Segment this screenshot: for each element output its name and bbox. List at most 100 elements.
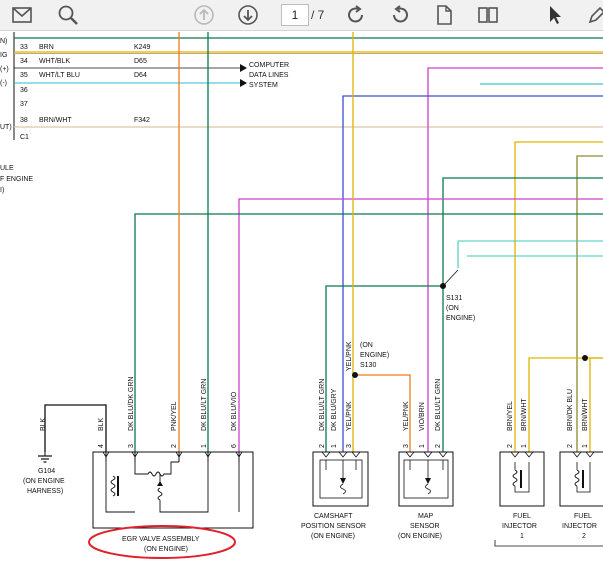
pin-label: UT)	[0, 124, 12, 131]
connector-id: C1	[20, 134, 29, 141]
splice-lead	[442, 269, 459, 287]
wire-label: YEL/PNK	[403, 401, 410, 431]
pin-number: 36	[20, 87, 28, 94]
circuit-id: D64	[134, 72, 147, 79]
splice-label: (ON	[360, 342, 373, 349]
wire-label: DK BLU/LT GRN	[435, 379, 442, 431]
pin-number: 33	[20, 44, 28, 51]
wire-label: PNK/YEL	[171, 401, 178, 431]
circuit-id: F342	[134, 117, 150, 124]
svg-text:POSITION SENSOR: POSITION SENSOR	[301, 523, 366, 530]
page-down-icon[interactable]	[236, 3, 260, 27]
splice-dot-s130	[352, 372, 358, 378]
svg-text:2: 2	[435, 444, 442, 448]
map-label: MAP SENSOR (ON ENGINE)	[398, 513, 442, 540]
page-number-input[interactable]: 1	[281, 4, 309, 26]
pin-number: 34	[20, 58, 28, 65]
circuit-id: K249	[134, 44, 150, 51]
computer-data-lines-label: COMPUTER DATA LINES SYSTEM	[249, 62, 289, 89]
svg-text:1: 1	[521, 444, 528, 448]
svg-text:1: 1	[331, 444, 338, 448]
svg-text:FUEL: FUEL	[513, 513, 531, 520]
zoom-icon[interactable]	[56, 3, 80, 27]
wire-label: DK BLU/DK GRN	[128, 377, 135, 431]
wire-label: DK BLU/GRY	[331, 388, 338, 431]
svg-text:1: 1	[419, 444, 426, 448]
wire-dk-blu-gry	[342, 95, 603, 452]
svg-text:2: 2	[507, 444, 514, 448]
page-up-icon[interactable]	[192, 3, 216, 27]
egr-valve-component	[92, 451, 254, 529]
page-total: / 7	[311, 8, 325, 22]
document-page: N) IG (+) (-) UT) 33 BRN K249 34 WHT/BLK…	[0, 31, 603, 585]
fuel-injector-1-component	[499, 451, 545, 507]
camshaft-label: CAMSHAFT POSITION SENSOR (ON ENGINE)	[301, 513, 366, 540]
rotate-counterclockwise-icon[interactable]	[388, 3, 412, 27]
wire-color: BRN	[39, 44, 54, 51]
splice-label: ENGINE)	[446, 315, 475, 322]
map-sensor-component	[398, 451, 454, 507]
wire-label: YEL/PNK	[346, 341, 353, 371]
pin-number: 37	[20, 101, 28, 108]
pin-label: IG	[0, 52, 7, 59]
arrow-icon	[240, 79, 247, 87]
svg-text:2: 2	[171, 444, 178, 448]
svg-text:3: 3	[346, 444, 353, 448]
injector-1-label: FUEL INJECTOR 1	[502, 513, 537, 540]
single-page-icon[interactable]	[432, 3, 456, 27]
svg-text:HARNESS): HARNESS)	[27, 488, 63, 495]
connector-left-labels: N) IG (+) (-) UT)	[0, 38, 12, 131]
fuel-injector-2-component	[559, 451, 603, 507]
pdf-toolbar: 1 / 7	[0, 0, 603, 31]
svg-text:G104: G104	[38, 468, 55, 475]
label-line: DATA LINES	[249, 72, 289, 79]
two-page-icon[interactable]	[476, 3, 500, 27]
rotate-clockwise-icon[interactable]	[344, 3, 368, 27]
splice-label: (ON	[446, 305, 459, 312]
camshaft-sensor-component	[312, 451, 369, 507]
wire-label: BLK	[40, 417, 47, 431]
pin-label: N)	[0, 38, 7, 45]
svg-text:1: 1	[201, 444, 208, 448]
wire-label: BLK	[98, 417, 105, 431]
splice-label: S131	[446, 295, 462, 302]
svg-text:(ON ENGINE: (ON ENGINE	[23, 478, 65, 485]
wire-label: DK BLU/VIO	[231, 391, 238, 431]
svg-text:INJECTOR: INJECTOR	[562, 523, 597, 530]
wire-label: DK BLU/LT GRN	[319, 379, 326, 431]
pen-icon[interactable]	[585, 3, 603, 27]
coil-icon	[512, 469, 518, 487]
wire-brn-wht-inj2	[589, 357, 603, 452]
circuit-id: D65	[134, 58, 147, 65]
vertical-wire-labels: BLK BLK DK BLU/DK GRN PNK/YEL DK BLU/LT …	[40, 341, 589, 431]
svg-text:FUEL: FUEL	[574, 513, 592, 520]
connector-rows: 33 BRN K249 34 WHT/BLK D65 35 WHT/LT BLU…	[0, 44, 150, 194]
svg-text:(ON ENGINE): (ON ENGINE)	[398, 533, 442, 540]
splice-label: ENGINE)	[360, 352, 389, 359]
svg-text:MAP: MAP	[418, 513, 434, 520]
svg-text:3: 3	[403, 444, 410, 448]
svg-text:6: 6	[231, 444, 238, 448]
ground-symbol-icon	[38, 452, 52, 463]
splice-label: S130	[360, 362, 376, 369]
wire-label: BRN/DK BLU	[567, 389, 574, 431]
mail-icon[interactable]	[10, 3, 34, 27]
bracket-line	[494, 540, 603, 547]
coil-icon	[110, 475, 116, 497]
wire-brn-wht-inj1	[528, 357, 603, 452]
egr-label: EGR VALVE ASSEMBLY (ON ENGINE)	[122, 536, 200, 553]
wire-label: VIO/BRN	[419, 402, 426, 431]
pin-number: 35	[20, 72, 28, 79]
select-cursor-icon[interactable]	[543, 3, 567, 27]
label-line: COMPUTER	[249, 62, 289, 69]
top-wires	[14, 37, 603, 128]
svg-text:4: 4	[98, 444, 105, 448]
wire-label: DK BLU/LT GRN	[201, 379, 208, 431]
svg-text:3: 3	[128, 444, 135, 448]
svg-text:(ON ENGINE): (ON ENGINE)	[311, 533, 355, 540]
svg-text:1: 1	[582, 444, 589, 448]
svg-text:1: 1	[520, 533, 524, 540]
svg-text:2: 2	[319, 444, 326, 448]
splice-dot-s131	[440, 283, 446, 289]
module-label: ULE	[0, 165, 14, 172]
